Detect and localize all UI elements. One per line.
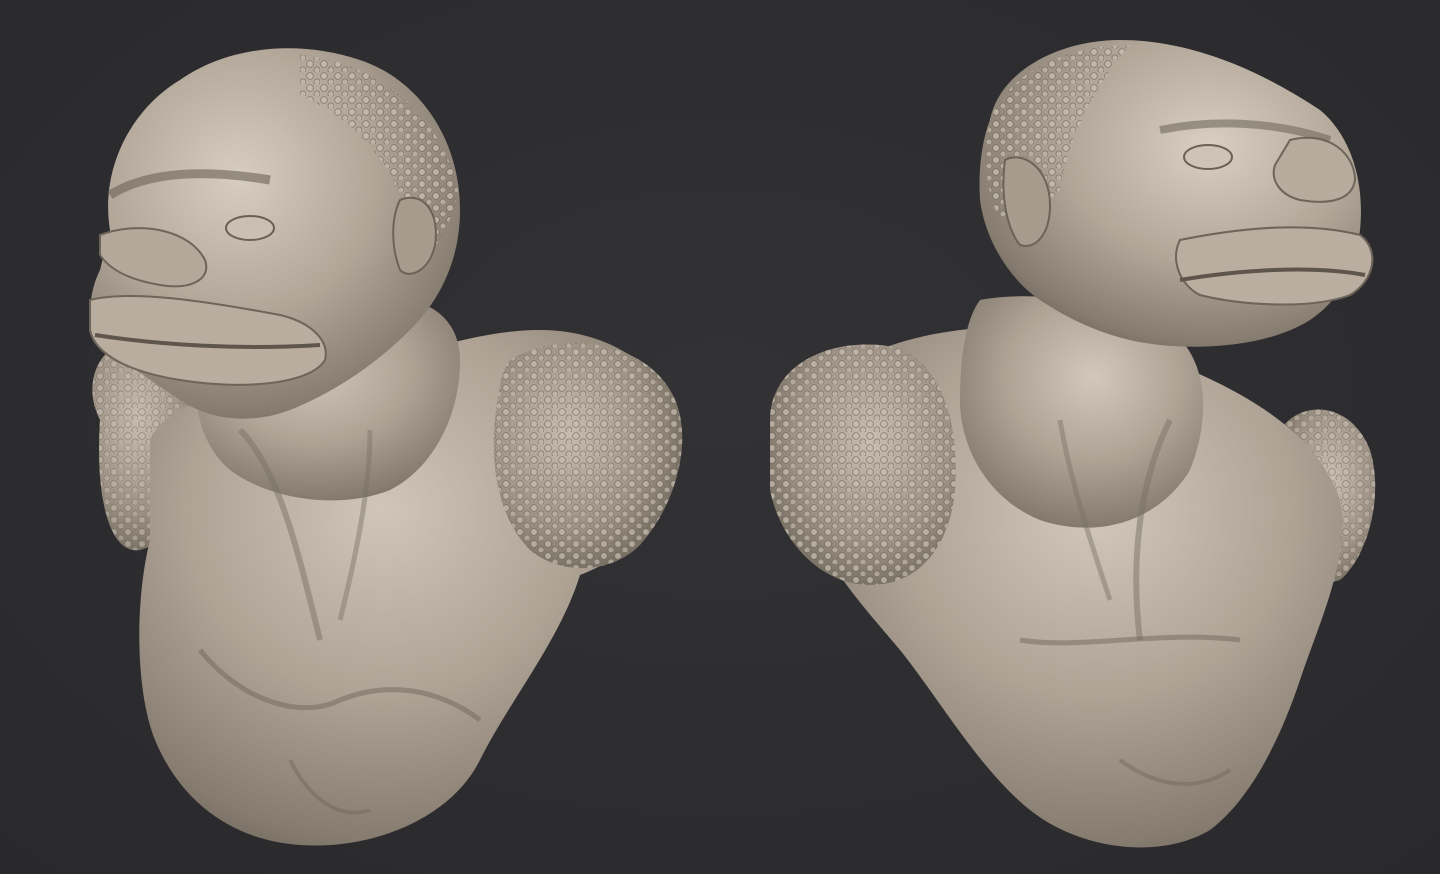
bust-render-right <box>740 0 1400 874</box>
bust-left-svg <box>89 48 683 846</box>
sculpt-viewport <box>0 0 1440 874</box>
mouth <box>1175 226 1374 306</box>
eye <box>1183 144 1233 170</box>
bust-right-svg <box>770 40 1376 848</box>
eye <box>225 215 275 241</box>
bust-render-left <box>40 0 720 874</box>
